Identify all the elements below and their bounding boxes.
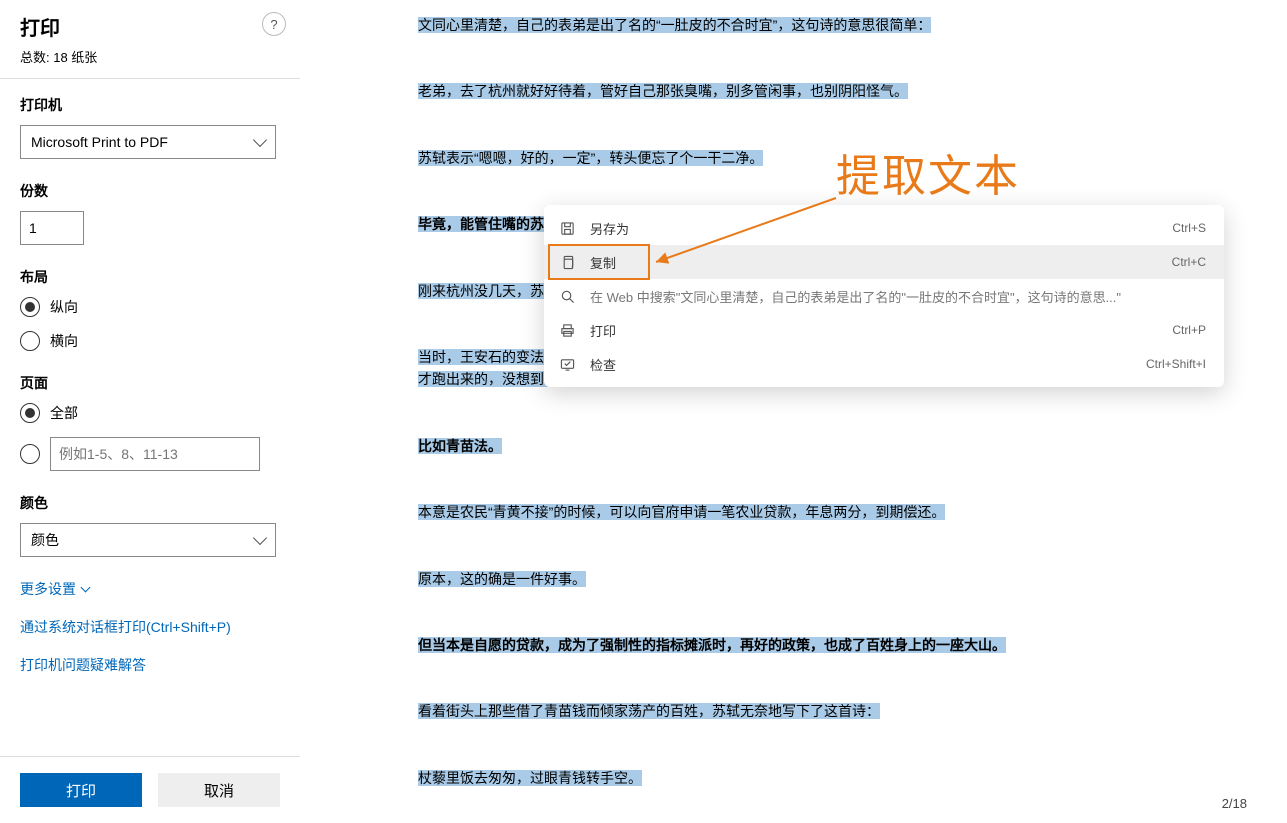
chevron-down-icon [81,583,91,593]
copies-input[interactable] [20,211,84,245]
preview-text[interactable]: 原本，这的确是一件好事。 [418,571,586,587]
help-button[interactable]: ? [262,12,286,36]
preview-paragraph: 原本，这的确是一件好事。 [418,568,1227,590]
cancel-button[interactable]: 取消 [158,773,280,807]
pages-label: 页面 [20,373,280,393]
pages-range-input[interactable] [50,437,260,471]
preview-text[interactable]: 老弟，去了杭州就好好待着，管好自己那张臭嘴，别多管闲事，也别阴阳怪气。 [418,83,908,99]
preview-paragraph: 比如青苗法。 [418,435,1227,457]
menu-search-web-label: 在 Web 中搜索"文同心里清楚，自己的表弟是出了名的"一肚皮的不合时宜"，这句… [590,287,1206,306]
preview-text[interactable]: 看着街头上那些借了青苗钱而倾家荡产的百姓，苏轼无奈地写下了这首诗： [418,703,880,719]
pages-range-radio[interactable] [20,444,40,464]
pages-all-label: 全部 [50,403,78,423]
preview-text[interactable]: 刚来杭州没几天，苏轼 [418,283,558,299]
color-value: 颜色 [31,530,59,550]
preview-paragraph: 文同心里清楚，自己的表弟是出了名的“一肚皮的不合时宜”，这句诗的意思很简单： [418,14,1227,36]
preview-text[interactable]: 文同心里清楚，自己的表弟是出了名的“一肚皮的不合时宜”，这句诗的意思很简单： [418,17,931,33]
preview-text[interactable]: 才跑出来的，没想到在 [418,371,558,387]
menu-copy[interactable]: 复制 Ctrl+C [544,245,1224,279]
divider [0,78,300,79]
menu-save-as-label: 另存为 [590,219,1158,238]
troubleshoot-link[interactable]: 打印机问题疑难解答 [20,655,146,675]
inspect-icon [558,355,576,373]
chevron-down-icon [253,531,267,545]
printer-label: 打印机 [20,95,280,115]
layout-landscape-radio[interactable] [20,331,40,351]
more-settings-link[interactable]: 更多设置 [20,579,89,599]
menu-inspect-shortcut: Ctrl+Shift+I [1146,357,1206,371]
context-menu: 另存为 Ctrl+S 复制 Ctrl+C 在 Web 中搜索"文同心里清楚，自己… [544,205,1224,387]
preview-paragraph: 但当本是自愿的贷款，成为了强制性的指标摊派时，再好的政策，也成了百姓身上的一座大… [418,634,1227,656]
menu-copy-label: 复制 [590,253,1158,272]
chevron-down-icon [253,133,267,147]
printer-select[interactable]: Microsoft Print to PDF [20,125,276,159]
preview-paragraph: 看着街头上那些借了青苗钱而倾家荡产的百姓，苏轼无奈地写下了这首诗： [418,700,1227,722]
printer-value: Microsoft Print to PDF [31,134,168,150]
layout-label: 布局 [20,267,280,287]
system-dialog-link[interactable]: 通过系统对话框打印(Ctrl+Shift+P) [20,617,231,637]
preview-paragraph: 苏轼表示“嗯嗯，好的，一定”，转头便忘了个一干二净。 [418,147,1227,169]
sidebar-title: 打印 [20,12,280,41]
search-icon [558,287,576,305]
save-icon [558,219,576,237]
preview-text[interactable]: 苏轼表示“嗯嗯，好的，一定”，转头便忘了个一干二净。 [418,150,763,166]
sidebar-total: 总数: 18 纸张 [20,47,280,66]
print-sidebar: 打印 总数: 18 纸张 ? 打印机 Microsoft Print to PD… [0,0,300,823]
layout-portrait-label: 纵向 [50,297,78,317]
pages-all-radio[interactable] [20,403,40,423]
menu-print[interactable]: 打印 Ctrl+P [544,313,1224,347]
preview-paragraph: 老弟，去了杭州就好好待着，管好自己那张臭嘴，别多管闲事，也别阴阳怪气。 [418,80,1227,102]
menu-inspect-label: 检查 [590,355,1132,374]
layout-portrait-radio[interactable] [20,297,40,317]
copy-icon [558,253,576,271]
menu-copy-shortcut: Ctrl+C [1172,255,1206,269]
color-label: 颜色 [20,493,280,513]
print-icon [558,321,576,339]
print-button[interactable]: 打印 [20,773,142,807]
menu-save-as-shortcut: Ctrl+S [1172,221,1206,235]
preview-text[interactable]: 当时，王安石的变法之 [418,349,558,365]
preview-paragraph: 本意是农民“青黄不接”的时候，可以向官府申请一笔农业贷款，年息两分，到期偿还。 [418,501,1227,523]
preview-text[interactable]: 本意是农民“青黄不接”的时候，可以向官府申请一笔农业贷款，年息两分，到期偿还。 [418,504,945,520]
menu-save-as[interactable]: 另存为 Ctrl+S [544,211,1224,245]
layout-landscape-label: 横向 [50,331,78,351]
menu-print-shortcut: Ctrl+P [1172,323,1206,337]
page-number: 2/18 [1222,796,1247,811]
menu-search-web[interactable]: 在 Web 中搜索"文同心里清楚，自己的表弟是出了名的"一肚皮的不合时宜"，这句… [544,279,1224,313]
more-settings-label: 更多设置 [20,579,76,599]
menu-inspect[interactable]: 检查 Ctrl+Shift+I [544,347,1224,381]
color-select[interactable]: 颜色 [20,523,276,557]
preview-paragraph: 杖藜里饭去匆匆，过眼青钱转手空。 [418,767,1227,789]
preview-text[interactable]: 比如青苗法。 [418,438,502,454]
preview-text[interactable]: 但当本是自愿的贷款，成为了强制性的指标摊派时，再好的政策，也成了百姓身上的一座大… [418,637,1006,653]
print-preview: 文同心里清楚，自己的表弟是出了名的“一肚皮的不合时宜”，这句诗的意思很简单： 老弟… [300,0,1287,823]
preview-text[interactable]: 杖藜里饭去匆匆，过眼青钱转手空。 [418,770,642,786]
menu-print-label: 打印 [590,321,1158,340]
copies-label: 份数 [20,181,280,201]
